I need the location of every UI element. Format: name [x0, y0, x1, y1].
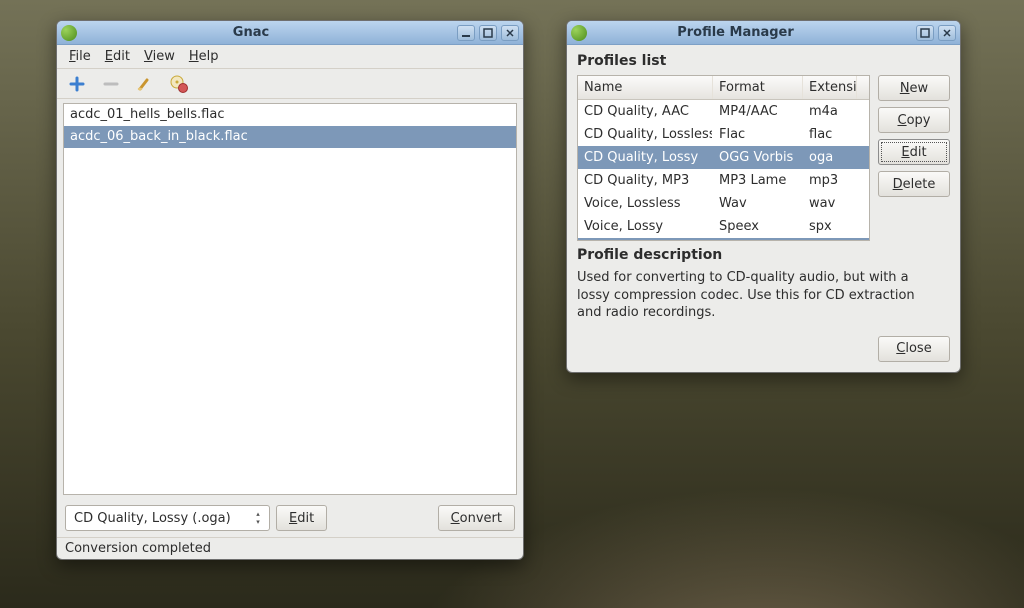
profiles-table-header[interactable]: Name Format Extensi: [578, 76, 869, 100]
menu-edit[interactable]: Edit: [99, 47, 136, 66]
profile-description-text: Used for converting to CD-quality audio,…: [577, 269, 950, 322]
file-row[interactable]: acdc_06_back_in_black.flac: [64, 126, 516, 148]
menu-view[interactable]: View: [138, 47, 181, 66]
remove-icon[interactable]: [101, 74, 121, 94]
edit-profile-button[interactable]: Edit: [276, 505, 327, 531]
maximize-button[interactable]: [479, 25, 497, 41]
profile-combo[interactable]: CD Quality, Lossy (.oga) ▴▾: [65, 505, 270, 531]
table-row[interactable]: CD Quality, LossyOGG Vorbisoga: [578, 146, 869, 169]
clear-icon[interactable]: [135, 74, 155, 94]
table-row[interactable]: CD Quality, LosslessFlacflac: [578, 123, 869, 146]
copy-button[interactable]: Copy: [878, 107, 950, 133]
profile-combo-value: CD Quality, Lossy (.oga): [74, 511, 231, 526]
new-button[interactable]: New: [878, 75, 950, 101]
edit-button[interactable]: Edit: [878, 139, 950, 165]
gnac-title: Gnac: [49, 25, 453, 40]
convert-button[interactable]: Convert: [438, 505, 515, 531]
gnac-window: Gnac File Edit View Help: [56, 20, 524, 560]
file-row[interactable]: acdc_01_hells_bells.flac: [64, 104, 516, 126]
table-row[interactable]: Voice, LossySpeexspx: [578, 215, 869, 238]
profile-manager-window: Profile Manager Profiles list Name Forma…: [566, 20, 961, 373]
close-dialog-button[interactable]: Close: [878, 336, 950, 362]
menu-file[interactable]: File: [63, 47, 97, 66]
table-row[interactable]: CD Quality, MP3MP3 Lamemp3: [578, 169, 869, 192]
maximize-button[interactable]: [916, 25, 934, 41]
gnac-statusbar: Conversion completed: [57, 537, 523, 559]
gnac-titlebar[interactable]: Gnac: [57, 21, 523, 45]
minimize-button[interactable]: [457, 25, 475, 41]
close-button[interactable]: [501, 25, 519, 41]
gnac-toolbar: [57, 69, 523, 99]
combo-spinner-icon[interactable]: ▴▾: [251, 511, 265, 526]
file-list[interactable]: acdc_01_hells_bells.flacacdc_06_back_in_…: [63, 103, 517, 495]
pm-titlebar[interactable]: Profile Manager: [567, 21, 960, 45]
pm-body: Profiles list Name Format Extensi CD Qua…: [567, 45, 960, 372]
menu-help[interactable]: Help: [183, 47, 225, 66]
col-name[interactable]: Name: [578, 76, 713, 99]
col-format[interactable]: Format: [713, 76, 803, 99]
pm-title: Profile Manager: [559, 25, 912, 40]
profiles-table[interactable]: Name Format Extensi CD Quality, AACMP4/A…: [577, 75, 870, 241]
delete-button[interactable]: Delete: [878, 171, 950, 197]
profiles-list-label: Profiles list: [577, 53, 950, 69]
add-icon[interactable]: [67, 74, 87, 94]
gnac-bottombar: CD Quality, Lossy (.oga) ▴▾ Edit Convert: [57, 499, 523, 537]
profile-description-label: Profile description: [577, 247, 950, 263]
transcode-icon[interactable]: [169, 74, 189, 94]
pm-side-buttons: New Copy Edit Delete: [878, 75, 950, 197]
close-button[interactable]: [938, 25, 956, 41]
table-row[interactable]: Voice, LosslessWavwav: [578, 192, 869, 215]
table-row[interactable]: CD Quality, AACMP4/AACm4a: [578, 100, 869, 123]
gnac-menubar: File Edit View Help: [57, 45, 523, 69]
col-ext[interactable]: Extensi: [803, 76, 857, 99]
